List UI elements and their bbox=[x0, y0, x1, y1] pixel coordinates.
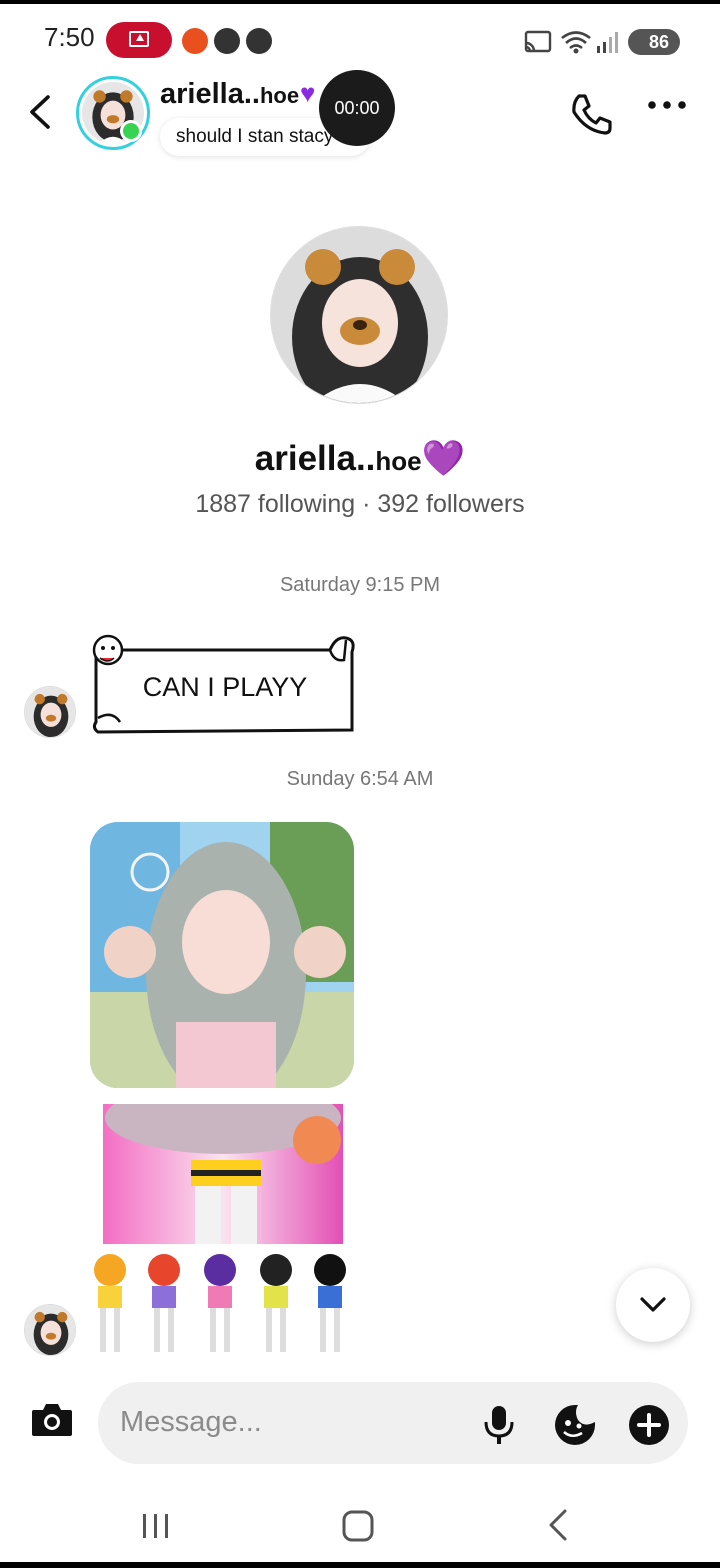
header-username-main: ariella.. bbox=[160, 78, 260, 110]
avatar bbox=[25, 1305, 75, 1355]
header-username-suffix: hoe bbox=[259, 83, 300, 108]
profile-name-main: ariella.. bbox=[254, 439, 376, 478]
profile-heart-emoji: 💜 bbox=[421, 439, 466, 478]
account-icon bbox=[214, 28, 240, 54]
wifi-icon bbox=[561, 31, 591, 54]
profile-photo bbox=[271, 227, 447, 403]
cartoon-graphic bbox=[103, 1104, 343, 1244]
chat-header: ariella..hoe ♥ should I stan stacy 00:00 bbox=[0, 66, 720, 166]
online-status-dot bbox=[120, 120, 142, 142]
header-username[interactable]: ariella..hoe bbox=[160, 78, 299, 111]
chevron-down-icon bbox=[640, 1297, 666, 1312]
screen-record-icon[interactable] bbox=[106, 22, 172, 58]
recorder-app-icon bbox=[182, 28, 208, 54]
status-time: 7:50 bbox=[44, 22, 95, 52]
scroll-to-bottom-button[interactable] bbox=[616, 1268, 690, 1342]
system-navigation-bar bbox=[0, 1484, 720, 1562]
message-input[interactable] bbox=[120, 1406, 450, 1439]
scroll-sticker-message[interactable]: CAN I PLAYY bbox=[90, 632, 356, 736]
sender-avatar[interactable] bbox=[24, 1304, 76, 1356]
signal-icon bbox=[597, 32, 618, 53]
photo-message[interactable] bbox=[90, 822, 354, 1088]
avatar bbox=[25, 687, 75, 737]
profile-avatar[interactable] bbox=[270, 226, 448, 404]
profile-name: ariella..hoe💜 bbox=[0, 438, 720, 479]
more-options-icon[interactable] bbox=[648, 100, 686, 110]
add-icon[interactable] bbox=[628, 1404, 670, 1446]
status-bar: 7:50 86 bbox=[0, 8, 720, 66]
purple-heart-icon: ♥ bbox=[300, 78, 316, 108]
header-avatar[interactable] bbox=[76, 76, 150, 150]
call-timer-bubble[interactable]: 00:00 bbox=[319, 70, 395, 146]
phone-call-icon[interactable] bbox=[570, 92, 614, 136]
battery-icon: 86 bbox=[628, 29, 680, 55]
sender-avatar[interactable] bbox=[24, 686, 76, 738]
cartoon-sticker-message[interactable] bbox=[103, 1104, 343, 1244]
message-field bbox=[98, 1382, 688, 1464]
home-icon[interactable] bbox=[342, 1510, 374, 1542]
timestamp: Sunday 6:54 AM bbox=[286, 768, 434, 790]
message-composer bbox=[0, 1378, 720, 1468]
cast-icon bbox=[524, 30, 552, 53]
microphone-icon[interactable] bbox=[482, 1404, 516, 1446]
camera-icon[interactable] bbox=[30, 1400, 74, 1438]
sticker-text: CAN I PLAYY bbox=[142, 672, 308, 702]
back-arrow-icon[interactable] bbox=[26, 94, 56, 130]
five-characters-graphic bbox=[94, 1254, 346, 1352]
timestamp: Saturday 9:15 PM bbox=[279, 574, 441, 596]
facebook-icon bbox=[246, 28, 272, 54]
profile-name-suffix: hoe bbox=[375, 446, 422, 476]
chat-screen: 7:50 86 ariella..hoe ♥ should I stan sta… bbox=[0, 0, 720, 1562]
sticker-icon[interactable] bbox=[554, 1404, 596, 1446]
system-back-icon[interactable] bbox=[546, 1508, 570, 1542]
photo-image bbox=[90, 822, 354, 1088]
cartoon-characters-sticker[interactable] bbox=[90, 1248, 356, 1356]
profile-stats: 1887 following · 392 followers bbox=[195, 490, 525, 518]
recent-apps-icon[interactable] bbox=[140, 1512, 172, 1540]
